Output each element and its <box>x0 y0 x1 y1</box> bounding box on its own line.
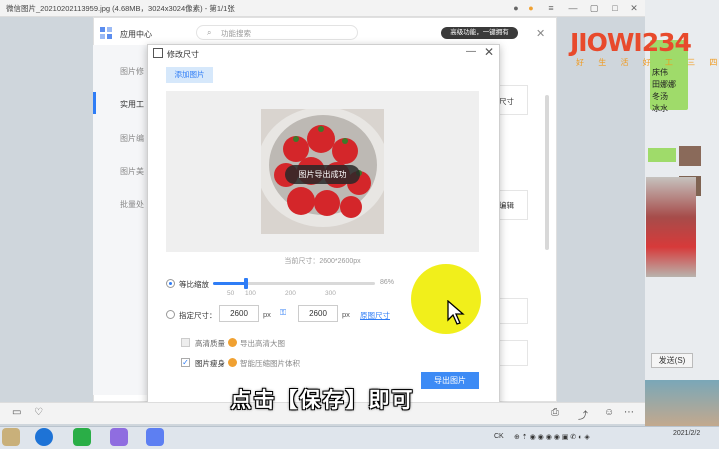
search-icon: ⌕ <box>207 28 212 37</box>
scrollbar[interactable] <box>545 95 549 250</box>
tool-card[interactable] <box>498 298 528 324</box>
export-success-toast: 图片导出成功 <box>285 165 360 184</box>
original-size-link[interactable]: 原图尺寸 <box>360 310 390 321</box>
slim-checkbox[interactable]: ✓ <box>181 358 190 367</box>
restore-icon[interactable]: ▢ <box>588 2 600 14</box>
site-logo: JIOWI234 <box>570 28 692 57</box>
crown-icon <box>228 358 237 367</box>
chat-bubble <box>648 148 676 162</box>
maximize-icon[interactable]: □ <box>609 2 621 14</box>
coin-icon[interactable]: ● <box>525 2 537 14</box>
scale-slider-fill <box>213 282 247 285</box>
specify-size-label: 指定尺寸： <box>179 311 217 320</box>
slider-tick: 200 <box>285 290 296 297</box>
send-button[interactable]: 发送(S) <box>651 353 693 368</box>
chat-photo[interactable] <box>646 177 696 277</box>
dialog-title: 修改尺寸 <box>167 50 199 59</box>
minimize-icon[interactable]: — <box>567 2 579 14</box>
chat-avatar <box>679 146 701 166</box>
taskbar <box>0 426 719 449</box>
sidebar-item[interactable]: 图片修 <box>120 66 144 77</box>
start-icon[interactable] <box>2 428 20 446</box>
scale-slider-handle[interactable] <box>244 278 249 289</box>
proportional-radio[interactable] <box>166 279 175 288</box>
tool-card-label: 编辑 <box>499 201 514 210</box>
slim-hint: 智能压缩图片体积 <box>240 359 300 368</box>
scale-percent: 86% <box>380 279 395 286</box>
app-grid-icon <box>100 27 112 39</box>
ime-indicator[interactable]: CK <box>494 433 504 440</box>
slider-tick: 300 <box>325 290 336 297</box>
pro-badge[interactable]: 高级功能，一键拥有 <box>441 27 518 39</box>
menu-icon[interactable]: ≡ <box>545 2 557 14</box>
app-icon[interactable] <box>110 428 128 446</box>
current-size-text: 当前尺寸：2600*2600px <box>284 258 361 265</box>
minimize-icon[interactable]: — <box>466 46 476 57</box>
app-sidebar <box>93 45 151 395</box>
tool-card-label: 尺寸 <box>499 97 514 106</box>
height-unit: px <box>342 310 350 319</box>
proportional-label: 等比缩放 <box>179 280 209 289</box>
system-clock-date: 2021/2/2 <box>673 430 701 437</box>
chat-line: 床伟 <box>652 68 668 77</box>
crown-icon <box>228 338 237 347</box>
hq-hint: 导出高清大图 <box>240 339 285 348</box>
hq-label: 高清质量 <box>195 339 225 348</box>
mouse-cursor-icon <box>447 300 465 325</box>
lock-ratio-icon[interactable]: ⚿ <box>280 308 287 317</box>
sidebar-active-indicator <box>93 92 96 114</box>
sidebar-item-active[interactable]: 实用工 <box>120 99 144 110</box>
chat-line: 冬汤 <box>652 92 668 101</box>
desktop-wallpaper <box>645 380 719 430</box>
width-input[interactable]: 2600 <box>219 305 259 322</box>
chat-line: 田娜娜 <box>652 80 676 89</box>
close-icon[interactable]: ✕ <box>628 2 640 14</box>
click-highlight <box>411 264 481 334</box>
app-icon[interactable] <box>146 428 164 446</box>
avatar-icon[interactable]: ● <box>510 2 522 14</box>
sidebar-item[interactable]: 批量处 <box>120 199 144 210</box>
tutorial-caption: 点击【保存】即可 <box>230 389 415 412</box>
site-logo-slogan: 好 生 活 好 工 三 四 <box>576 58 719 67</box>
width-unit: px <box>263 310 271 319</box>
tool-card[interactable] <box>498 340 528 366</box>
app-close-icon[interactable]: ✕ <box>536 27 545 40</box>
search-placeholder: 功能搜索 <box>221 29 251 38</box>
add-image-button[interactable]: 添加图片 <box>166 67 213 83</box>
slim-label: 图片瘦身 <box>195 359 225 368</box>
resize-icon <box>153 48 163 58</box>
tray-icons[interactable]: ⊕ ⇡ ◉ ◉ ◉ ◉ ▣ ✆ ◐ ◈ <box>514 433 590 441</box>
slider-tick: 50 <box>227 290 235 297</box>
close-icon[interactable]: ✕ <box>484 45 494 59</box>
specify-size-radio[interactable] <box>166 310 175 319</box>
sidebar-item[interactable]: 图片美 <box>120 166 144 177</box>
wechat-icon[interactable] <box>73 428 91 446</box>
height-input[interactable]: 2600 <box>298 305 338 322</box>
app-title: 应用中心 <box>120 30 152 39</box>
sidebar-item[interactable]: 图片编 <box>120 133 144 144</box>
sogou-browser-icon[interactable] <box>35 428 53 446</box>
slider-tick: 100 <box>245 290 256 297</box>
hq-checkbox[interactable] <box>181 338 190 347</box>
chat-line: 冰水 <box>652 104 668 113</box>
viewer-title: 微信图片_20210202113959.jpg (4.68MB，3024x302… <box>6 4 235 13</box>
